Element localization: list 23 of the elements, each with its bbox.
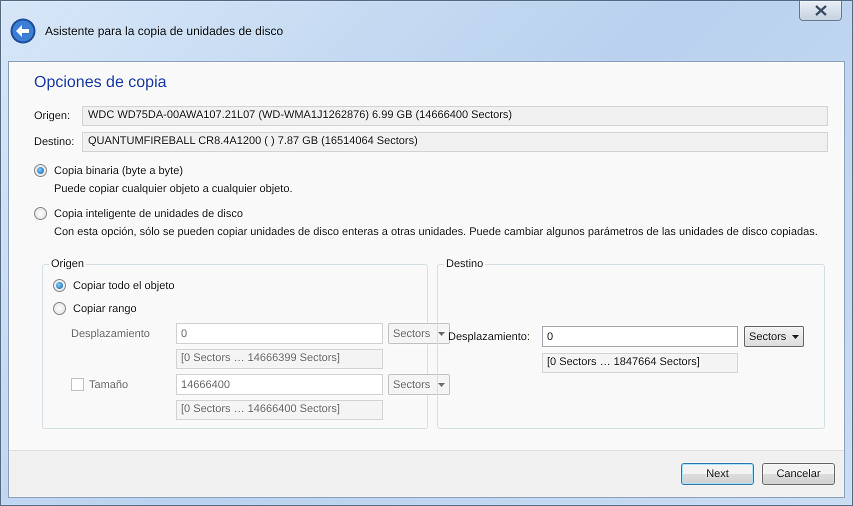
dialog-button[interactable]: Cancelar [762, 463, 835, 485]
range-field: [0 Sectors … 1847664 Sectors] [542, 353, 738, 373]
group-title: Destino [445, 258, 484, 270]
range-field: [0 Sectors … 14666399 Sectors] [176, 349, 383, 369]
offset-field[interactable]: 0 [542, 326, 738, 347]
group-title: Origen [50, 258, 86, 270]
readonly-field: QUANTUMFIREBALL CR8.4A1200 ( ) 7.87 GB (16514064 Sectors) [82, 132, 828, 152]
field-label: Desplazamiento: [448, 330, 531, 342]
option-description: Puede copiar cualquier objeto a cualquier objeto. [54, 183, 294, 197]
field-label: Desplazamiento [71, 328, 151, 340]
page-heading: Opciones de copia [34, 74, 168, 92]
range-field: [0 Sectors … 14666400 Sectors] [176, 400, 383, 420]
radio-label[interactable]: Copia binaria (byte a byte) [54, 164, 184, 176]
option-description: Con esta opción, sólo se pueden copiar unidades de disco enteras a otras unidades. Puede cambiar algunos parámetros de las unidades de disco copiadas. [54, 226, 819, 240]
radio-label[interactable]: Copiar rango [73, 302, 137, 314]
field-label: Destino: [34, 136, 76, 148]
unit-dropdown[interactable]: Sectors [744, 326, 804, 347]
window-title: Asistente para la copia de unidades de disco [45, 24, 284, 38]
radio-label[interactable]: Copia inteligente de unidades de disco [54, 208, 243, 220]
field-label: Origen: [34, 110, 72, 122]
dialog-button[interactable]: Next [681, 463, 754, 485]
readonly-field: WDC WD75DA-00AWA107.21L07 (WD-WMA1J1262876) 6.99 GB (14666400 Sectors) [82, 106, 828, 126]
radio-label[interactable]: Copiar todo el objeto [73, 280, 175, 292]
